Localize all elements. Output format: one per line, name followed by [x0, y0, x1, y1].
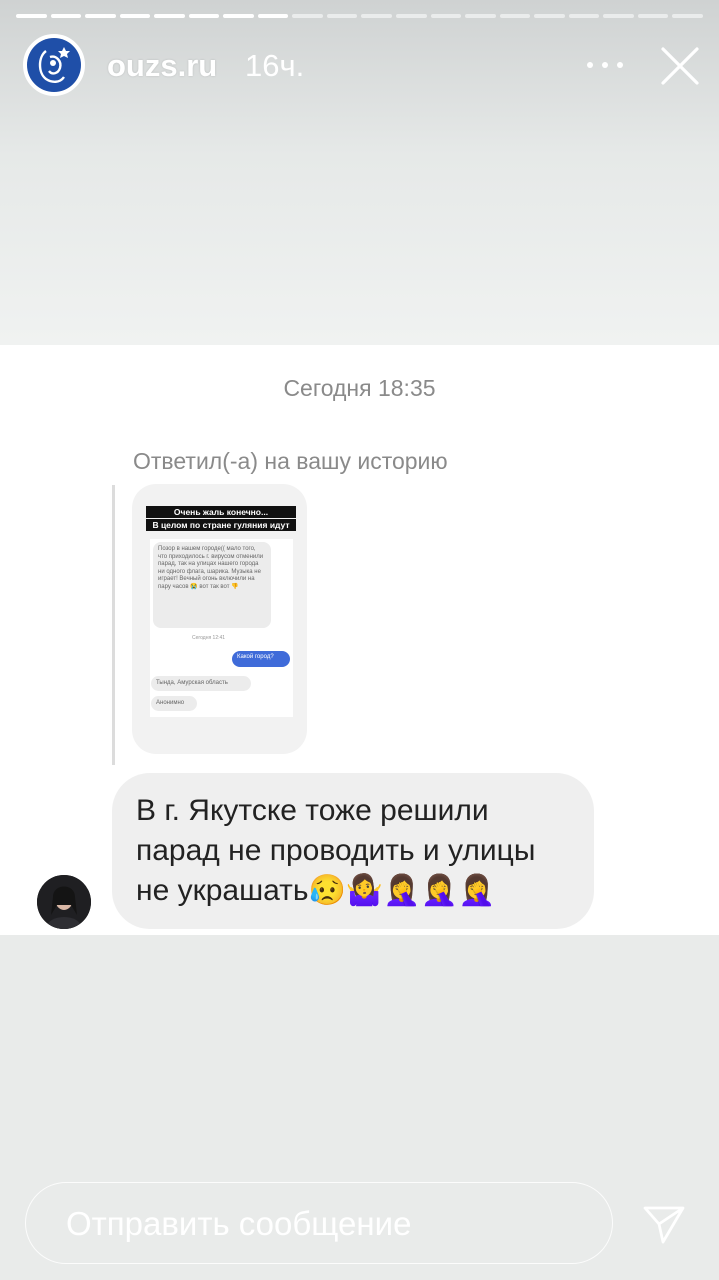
progress-segment: [396, 14, 427, 18]
send-icon[interactable]: [641, 1200, 687, 1246]
story-reply-note: Ответил(-а) на вашу историю: [133, 448, 448, 474]
thumb-date: Сегодня 12:41: [192, 635, 226, 641]
thumb-caption-1: Очень жаль конечно...: [146, 506, 296, 518]
account-name[interactable]: ouzs.ru: [107, 48, 217, 84]
thumb-message: Позор в нашем городе(( мало того, что пр…: [153, 542, 271, 628]
progress-segment: [672, 14, 703, 18]
chat-screenshot: Сегодня 18:35 Ответил(-а) на вашу истори…: [0, 345, 719, 935]
thumb-answer-1: Тында, Амурская область: [151, 676, 251, 691]
progress-segment: [568, 14, 600, 18]
message-line-1: В г. Якутске тоже решили: [136, 794, 489, 827]
progress-segment: [257, 14, 289, 18]
progress-segment: [119, 14, 151, 18]
progress-segment: [637, 14, 669, 18]
progress-segment: [361, 14, 393, 18]
thumb-question: Какой город?: [232, 651, 290, 667]
reply-input[interactable]: Отправить сообщение: [25, 1182, 613, 1264]
close-icon[interactable]: [658, 44, 702, 88]
progress-segment: [465, 14, 496, 18]
story-age: 16ч.: [245, 48, 305, 83]
account-avatar[interactable]: [23, 34, 85, 96]
progress-segment: [223, 14, 254, 18]
more-dots-icon[interactable]: [587, 53, 623, 77]
thumb-caption-2: В целом по стране гуляния идут: [146, 519, 296, 531]
message-line-2: парад не проводить и улицы: [136, 834, 536, 867]
user-avatar: [37, 875, 91, 929]
thumb-answer-2: Анонимно: [151, 696, 197, 711]
progress-segment: [430, 14, 462, 18]
progress-segment: [188, 14, 220, 18]
message-bubble: В г. Якутске тоже решили парад не провод…: [112, 773, 594, 929]
story-thumbnail[interactable]: Очень жаль конечно... В целом по стране …: [132, 484, 307, 754]
reply-indicator-bar: [112, 485, 115, 765]
progress-segment: [534, 14, 565, 18]
progress-segment: [499, 14, 531, 18]
reply-placeholder: Отправить сообщение: [66, 1205, 412, 1242]
progress-segment: [326, 14, 358, 18]
progress-segment: [292, 14, 323, 18]
message-line-3: не украшать😥🤷‍♀️🤦‍♀️🤦‍♀️🤦‍♀️: [136, 874, 496, 907]
brand-logo-icon: [27, 38, 81, 92]
chat-date: Сегодня 18:35: [283, 375, 436, 401]
thumb-chat: Позор в нашем городе(( мало того, что пр…: [150, 539, 293, 717]
progress-segment: [85, 14, 116, 18]
progress-segment: [603, 14, 634, 18]
progress-segment: [154, 14, 185, 18]
user-photo: [37, 875, 91, 929]
story-progress-bar: [16, 14, 703, 18]
progress-segment: [16, 14, 47, 18]
progress-segment: [50, 14, 82, 18]
